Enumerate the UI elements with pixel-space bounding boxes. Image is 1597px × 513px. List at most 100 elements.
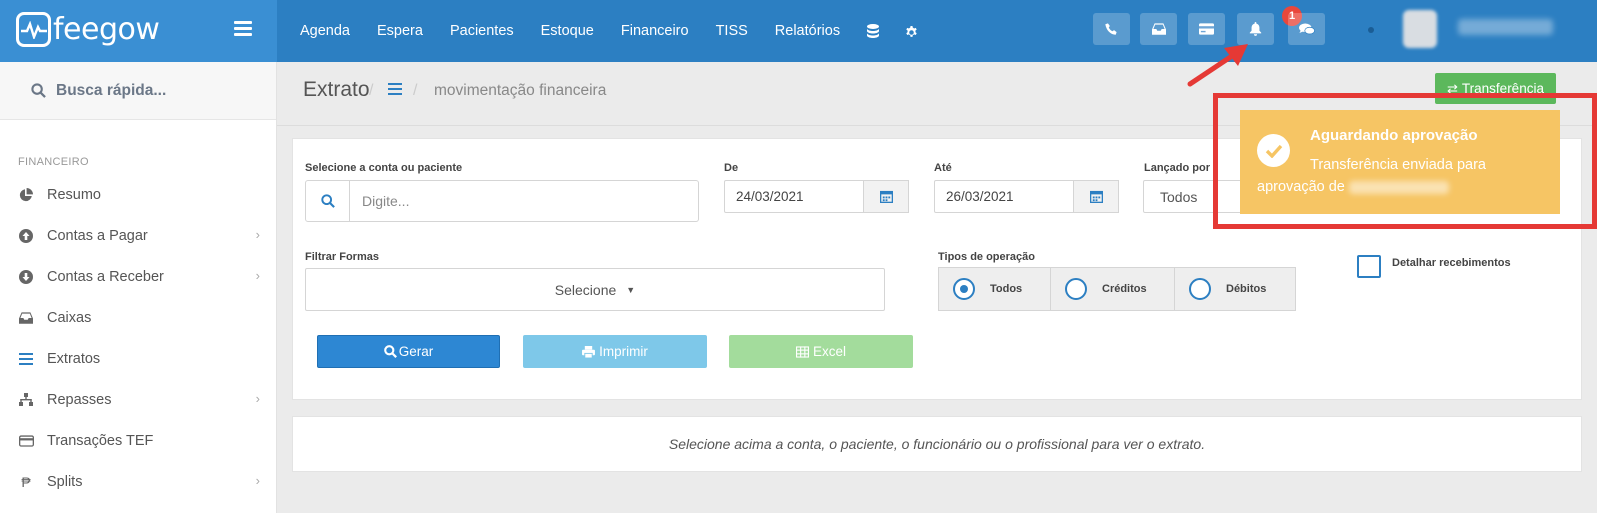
search-icon[interactable] — [305, 180, 350, 222]
nav-financeiro[interactable]: Financeiro — [621, 23, 689, 39]
arrow-down-circle-icon — [18, 269, 34, 285]
nav-tiss[interactable]: TISS — [716, 23, 748, 39]
radio-selected-icon — [953, 278, 975, 300]
to-label: Até — [934, 162, 952, 174]
generate-button-label: Gerar — [398, 344, 434, 359]
account-label: Selecione a conta ou paciente — [305, 162, 463, 174]
radio-icon — [1189, 278, 1211, 300]
top-navbar: feegow Agenda Espera Pacientes Estoque F… — [0, 0, 1597, 62]
chevron-right-icon: › — [255, 268, 260, 283]
print-button[interactable]: Imprimir — [523, 335, 707, 368]
print-icon — [582, 345, 596, 358]
sidebar-item-repasses[interactable]: Repasses › — [0, 379, 276, 420]
sidebar-item-label: Caixas — [47, 309, 92, 326]
sidebar-item-label: Repasses — [47, 391, 112, 408]
main-nav: Agenda Espera Pacientes Estoque Financei… — [300, 0, 944, 62]
pie-chart-icon — [18, 187, 34, 203]
account-input[interactable]: Digite... — [350, 180, 699, 222]
breadcrumb: movimentação financeira — [434, 82, 607, 99]
sidebar-item-label: Transações TEF — [47, 432, 154, 449]
from-date-group: 24/03/2021 — [724, 180, 909, 222]
nav-agenda[interactable]: Agenda — [300, 23, 350, 39]
account-search: Digite... — [305, 180, 699, 222]
forms-select[interactable]: Selecione ▼ — [305, 268, 885, 311]
sitemap-icon — [18, 392, 34, 408]
sidebar-item-resumo[interactable]: Resumo — [0, 174, 276, 215]
sidebar-item-extratos[interactable]: Extratos — [0, 338, 276, 379]
sidebar: Busca rápida... FINANCEIRO Resumo Contas… — [0, 62, 277, 513]
list-icon[interactable] — [388, 82, 402, 100]
forms-label: Filtrar Formas — [305, 251, 379, 263]
gear-icon[interactable] — [905, 25, 918, 38]
radio-label: Débitos — [1226, 283, 1267, 295]
brand-name: feegow — [53, 12, 160, 47]
radio-label: Créditos — [1102, 283, 1147, 295]
logo-area: feegow — [0, 0, 277, 62]
split-icon: ₱ — [21, 473, 31, 490]
operation-type-group: Todos Créditos Débitos — [938, 267, 1296, 311]
radio-icon — [1065, 278, 1087, 300]
from-label: De — [724, 162, 739, 174]
calendar-icon[interactable] — [1074, 180, 1119, 213]
search-icon — [383, 345, 397, 358]
calendar-icon[interactable] — [864, 180, 909, 213]
list-icon — [18, 351, 34, 367]
credit-card-icon — [18, 433, 34, 449]
print-button-label: Imprimir — [599, 344, 648, 359]
arrow-up-circle-icon — [18, 228, 34, 244]
caret-down-icon: ▼ — [626, 284, 636, 295]
inbox-icon — [18, 310, 34, 326]
launched-by-label: Lançado por — [1144, 162, 1211, 174]
phone-icon — [1105, 22, 1117, 35]
radio-label: Todos — [990, 283, 1023, 295]
to-date-group: 26/03/2021 — [934, 180, 1119, 222]
nav-relatorios[interactable]: Relatórios — [775, 23, 840, 39]
radio-creditos[interactable]: Créditos — [1051, 268, 1175, 310]
menu-toggle-icon[interactable] — [234, 21, 252, 39]
chat-icon — [1298, 22, 1315, 34]
generate-button[interactable]: Gerar — [317, 335, 500, 368]
excel-button[interactable]: Excel — [729, 335, 913, 368]
quick-search[interactable]: Busca rápida... — [0, 62, 276, 120]
heartbeat-logo-icon — [16, 12, 51, 47]
quick-search-label: Busca rápida... — [56, 81, 167, 99]
bell-icon — [1249, 22, 1262, 36]
from-date-field[interactable]: 24/03/2021 — [724, 180, 864, 213]
sidebar-item-transacoes-tef[interactable]: Transações TEF — [0, 420, 276, 461]
phone-button[interactable] — [1093, 13, 1130, 45]
breadcrumb-separator: / — [413, 82, 418, 99]
annotation-highlight-box — [1213, 93, 1597, 229]
radio-todos[interactable]: Todos — [939, 268, 1051, 310]
brand-logo[interactable]: feegow — [16, 12, 160, 47]
sidebar-item-contas-a-pagar[interactable]: Contas a Pagar › — [0, 215, 276, 256]
nav-espera[interactable]: Espera — [377, 23, 423, 39]
empty-state-message: Selecione acima a conta, o paciente, o f… — [292, 416, 1582, 472]
radio-debitos[interactable]: Débitos — [1175, 268, 1295, 310]
annotation-arrow-icon — [1187, 44, 1248, 87]
sidebar-item-contas-a-receber[interactable]: Contas a Receber › — [0, 256, 276, 297]
nav-pacientes[interactable]: Pacientes — [450, 23, 514, 39]
sidebar-item-splits[interactable]: ₱ Splits › — [0, 461, 276, 502]
detail-checkbox[interactable] — [1357, 255, 1381, 278]
operation-label: Tipos de operação — [938, 251, 1035, 263]
sidebar-item-label: Resumo — [47, 186, 101, 203]
inbox-icon — [1151, 23, 1166, 35]
to-date-field[interactable]: 26/03/2021 — [934, 180, 1074, 213]
excel-button-label: Excel — [812, 344, 846, 359]
detail-checkbox-label: Detalhar recebimentos — [1392, 257, 1511, 269]
card-icon — [1199, 23, 1214, 35]
table-icon — [795, 345, 809, 358]
chevron-right-icon: › — [255, 473, 260, 488]
user-avatar[interactable] — [1403, 10, 1437, 48]
search-icon — [31, 83, 46, 98]
database-icon[interactable] — [867, 24, 880, 38]
sidebar-item-caixas[interactable]: Caixas — [0, 297, 276, 338]
chat-button[interactable] — [1288, 13, 1325, 45]
inbox-button[interactable] — [1140, 13, 1177, 45]
breadcrumb-separator: / — [369, 82, 374, 99]
sidebar-item-label: Contas a Receber — [47, 268, 164, 285]
nav-estoque[interactable]: Estoque — [541, 23, 594, 39]
user-name-redacted[interactable] — [1458, 19, 1553, 35]
sidebar-item-label: Contas a Pagar — [47, 227, 148, 244]
page-title: Extrato — [303, 78, 370, 101]
